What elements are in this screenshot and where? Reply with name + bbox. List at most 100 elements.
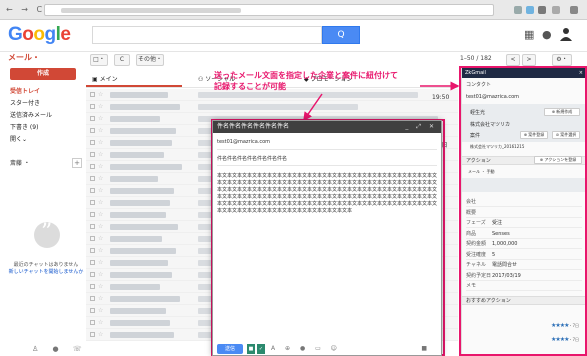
new-contact-button[interactable]: ⊕ 新規作成 [544,108,580,116]
row-checkbox[interactable] [90,92,95,97]
compose-window-controls[interactable]: _ ⤢ ✕ [405,121,437,133]
format-toolbar-icons[interactable]: A ⊕ ● ▭ ☺ [271,345,341,352]
row-checkbox[interactable] [90,152,95,157]
action-label: アクション [466,158,491,164]
star-icon[interactable]: ☆ [98,127,103,134]
compose-to-field[interactable]: test01@mazrica.com [217,139,270,145]
send-button[interactable]: 送信 [217,344,243,354]
new-chat-button[interactable]: + [72,158,82,168]
more-button[interactable]: その他・ [136,54,164,66]
star-icon[interactable]: ☆ [98,151,103,158]
grid-icon[interactable]: ▦ [524,28,534,41]
register-deal-button[interactable]: ⊕ 案件登録 [520,131,548,139]
row-checkbox[interactable] [90,104,95,109]
row-checkbox[interactable] [90,308,95,313]
sidebar-item-drafts[interactable]: 下書き (9) [10,122,38,131]
star-icon[interactable]: ☆ [98,223,103,230]
action-type-select[interactable]: メール ・ 手動 [468,169,495,175]
star-icon[interactable]: ☆ [98,247,103,254]
sender-blurred [110,224,178,230]
account-avatar[interactable] [560,27,572,41]
star-icon[interactable]: ☆ [98,187,103,194]
row-checkbox[interactable] [90,260,95,265]
settings-button[interactable]: ⚙・ [552,54,572,66]
row-checkbox[interactable] [90,176,95,181]
tab-primary[interactable]: ▣ メイン [86,74,181,87]
recommend-row[interactable]: ★★★★・7日 [551,322,579,329]
menu-icon[interactable] [570,6,578,14]
row-checkbox[interactable] [90,164,95,169]
row-checkbox[interactable] [90,140,95,145]
contact-tab[interactable]: コンタクト [466,81,491,88]
star-icon[interactable]: ☆ [98,271,103,278]
browser-nav-icons[interactable]: ← → C [6,5,45,14]
star-icon[interactable]: ☆ [98,163,103,170]
star-icon[interactable]: ☆ [98,331,103,338]
extension-icon[interactable] [552,6,560,14]
sidebar-item-sent[interactable]: 送信済みメール [10,110,52,119]
compose-button[interactable]: 作成 [10,68,76,80]
star-icon[interactable]: ☆ [98,235,103,242]
row-checkbox[interactable] [90,200,95,205]
star-icon[interactable]: ☆ [98,103,103,110]
action-input-area[interactable] [462,178,585,192]
compose-body[interactable]: 本文本文本文本文本文本文本文本文本文本文本文本文本文本文本文本文本文本文本文本文… [217,173,439,215]
compose-header[interactable]: 件名件名件名件名件名件名 _ ⤢ ✕ [213,121,441,133]
select-deal-button[interactable]: ⊘ 案件選択 [552,131,580,139]
logo-letter: G [8,24,23,45]
refresh-button[interactable]: C [114,54,130,66]
star-icon[interactable]: ☆ [98,175,103,182]
crm-record-icon[interactable]: ✓ [257,344,265,354]
star-icon[interactable]: ☆ [98,91,103,98]
row-checkbox[interactable] [90,212,95,217]
extension-icon[interactable] [526,6,534,14]
star-icon[interactable]: ☆ [98,295,103,302]
star-icon[interactable]: ☆ [98,139,103,146]
search-button[interactable]: Q [322,26,360,44]
row-checkbox[interactable] [90,248,95,253]
email-row[interactable]: ☆ [86,101,458,113]
bell-icon[interactable]: ● [542,28,552,41]
sidebar-item-more[interactable]: 開く⌄ [10,134,27,143]
sidebar-item-starred[interactable]: スター付き [10,98,40,107]
extension-icon[interactable] [514,6,522,14]
sidebar-item-inbox[interactable]: 受信トレイ [10,86,40,95]
address-bar[interactable] [44,4,494,16]
star-icon[interactable]: ☆ [98,307,103,314]
crm-link-icon[interactable]: ■ [247,344,255,354]
row-checkbox[interactable] [90,224,95,229]
star-icon[interactable]: ☆ [98,319,103,326]
star-icon[interactable]: ☆ [98,211,103,218]
row-checkbox[interactable] [90,236,95,241]
register-action-button[interactable]: ⊕ アクションを登録 [534,156,582,164]
hangouts-user[interactable]: 斎藤 ・ [10,158,30,167]
field-label: 概要 [466,209,477,216]
next-page-button[interactable]: > [522,54,536,66]
row-checkbox[interactable] [90,332,95,337]
row-checkbox[interactable] [90,188,95,193]
start-chat-link[interactable]: 新しいチャットを開始しませんか [9,269,84,275]
deal-name[interactable]: 株式会社マツリカ_20161215 [470,144,524,150]
mail-menu[interactable]: メール・ [8,52,40,63]
field-label: 商品 [466,230,477,237]
compose-window[interactable]: 件名件名件名件名件名件名 _ ⤢ ✕ test01@mazrica.com 件名… [212,120,442,356]
row-checkbox[interactable] [90,272,95,277]
star-icon[interactable]: ☆ [98,283,103,290]
star-icon[interactable]: ☆ [98,115,103,122]
prev-page-button[interactable]: < [506,54,520,66]
hangouts-bottom-icons[interactable]: ♙ ● ☏ [32,345,88,353]
row-checkbox[interactable] [90,116,95,121]
extension-icon[interactable] [538,6,546,14]
search-input[interactable] [92,26,322,44]
star-icon[interactable]: ☆ [98,259,103,266]
trash-icon[interactable]: ■ [421,345,427,352]
row-checkbox[interactable] [90,296,95,301]
select-all-checkbox[interactable]: □・ [90,54,108,66]
row-checkbox[interactable] [90,284,95,289]
recommend-row[interactable]: ★★★★・7日 [551,336,579,343]
row-checkbox[interactable] [90,128,95,133]
close-icon[interactable]: × [579,68,583,78]
compose-subject-field[interactable]: 件名件名件名件名件名件名件名 [217,155,287,162]
row-checkbox[interactable] [90,320,95,325]
star-icon[interactable]: ☆ [98,199,103,206]
